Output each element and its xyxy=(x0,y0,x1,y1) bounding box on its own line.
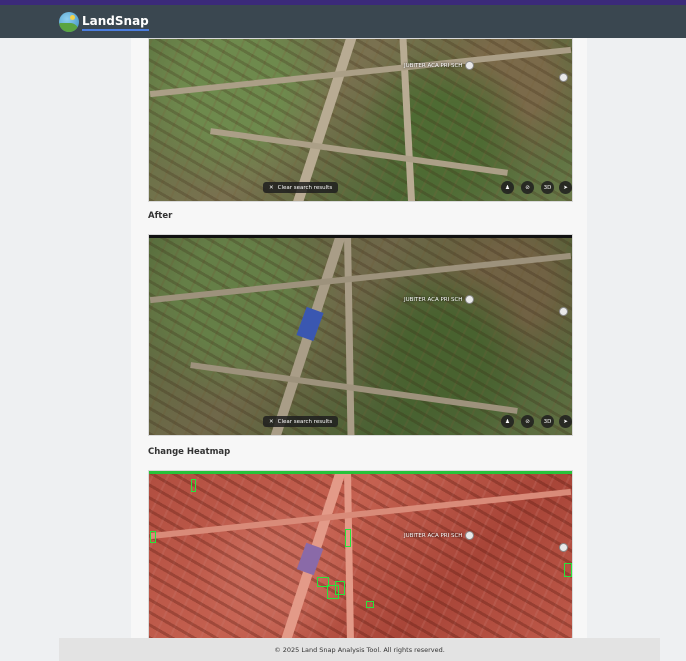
change-heatmap-image: JUBITER ACA PRI SCH xyxy=(148,470,573,640)
after-image: JUBITER ACA PRI SCH ✕ Clear search result… xyxy=(148,234,573,436)
change-box xyxy=(366,601,374,608)
heatmap-border xyxy=(149,471,572,474)
compass-icon[interactable]: ➤ xyxy=(559,181,572,194)
map-pin-icon xyxy=(465,61,475,70)
change-box xyxy=(564,563,572,577)
change-box xyxy=(150,531,156,543)
change-box xyxy=(191,479,196,492)
blue-roof-building xyxy=(296,306,324,342)
location-disabled-icon[interactable]: ⊘ xyxy=(521,415,534,428)
navbar: LandSnap xyxy=(0,5,686,38)
brand-name: LandSnap xyxy=(82,14,149,31)
after-heading: After xyxy=(148,211,173,221)
brand-link[interactable]: LandSnap xyxy=(59,10,149,34)
clear-search-results-button[interactable]: ✕ Clear search results xyxy=(263,416,339,427)
map-pin-icon xyxy=(559,307,568,316)
clear-search-results-button[interactable]: ✕ Clear search results xyxy=(263,182,339,193)
close-icon: ✕ xyxy=(269,418,274,425)
pegman-icon[interactable]: ♟ xyxy=(501,181,514,194)
location-disabled-icon[interactable]: ⊘ xyxy=(521,181,534,194)
landsnap-logo-icon xyxy=(59,12,79,32)
close-icon: ✕ xyxy=(269,184,274,191)
map-pin-icon xyxy=(465,295,475,304)
toggle-3d-button[interactable]: 3D xyxy=(541,415,554,428)
map-pin-icon xyxy=(465,531,475,540)
poi-label: JUBITER ACA PRI SCH xyxy=(404,531,475,540)
compass-icon[interactable]: ➤ xyxy=(559,415,572,428)
toggle-3d-button[interactable]: 3D xyxy=(541,181,554,194)
pegman-icon[interactable]: ♟ xyxy=(501,415,514,428)
change-box xyxy=(345,529,351,547)
footer: © 2025 Land Snap Analysis Tool. All righ… xyxy=(59,638,660,661)
copyright-text: © 2025 Land Snap Analysis Tool. All righ… xyxy=(274,645,445,654)
map-pin-icon xyxy=(559,543,568,552)
change-box xyxy=(335,581,345,595)
poi-label: JUBITER ACA PRI SCH xyxy=(404,61,475,70)
change-heatmap-heading: Change Heatmap xyxy=(148,447,231,457)
map-pin-icon xyxy=(559,73,568,82)
before-image: JUBITER ACA PRI SCH ✕ Clear search result… xyxy=(148,38,573,202)
poi-label: JUBITER ACA PRI SCH xyxy=(404,295,475,304)
